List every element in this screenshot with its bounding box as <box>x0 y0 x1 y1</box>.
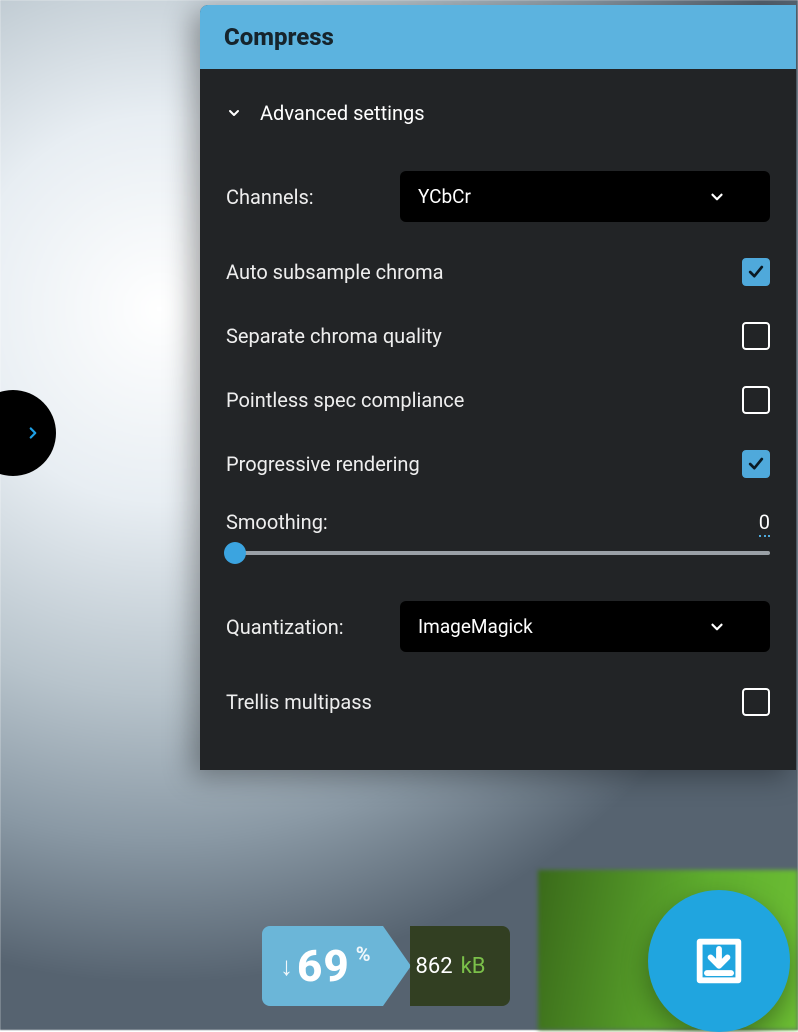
separate-chroma-row: Separate chroma quality <box>226 304 770 368</box>
auto-subsample-label: Auto subsample chroma <box>226 260 444 284</box>
channels-select[interactable]: YCbCr <box>400 171 770 222</box>
result-footer: ↓ 69 % 862 kB <box>262 926 510 1006</box>
filesize-value: 862 <box>416 954 453 979</box>
check-icon <box>746 262 766 282</box>
smoothing-slider[interactable] <box>226 551 770 555</box>
auto-subsample-row: Auto subsample chroma <box>226 240 770 304</box>
chevron-down-icon <box>226 105 242 121</box>
smoothing-slider-thumb[interactable] <box>224 542 246 564</box>
compress-panel: Compress Advanced settings Channels: YCb… <box>200 5 796 770</box>
quantization-select[interactable]: ImageMagick <box>400 601 770 652</box>
advanced-settings-toggle[interactable]: Advanced settings <box>226 85 770 153</box>
check-icon <box>746 454 766 474</box>
trellis-checkbox[interactable] <box>742 688 770 716</box>
progressive-row: Progressive rendering <box>226 432 770 496</box>
spec-compliance-row: Pointless spec compliance <box>226 368 770 432</box>
channels-row: Channels: YCbCr <box>226 153 770 240</box>
separate-chroma-checkbox[interactable] <box>742 322 770 350</box>
panel-title: Compress <box>200 5 796 69</box>
quantization-row: Quantization: ImageMagick <box>226 583 770 670</box>
progressive-label: Progressive rendering <box>226 452 420 476</box>
reduction-percent: 69 <box>297 940 350 992</box>
smoothing-label: Smoothing: <box>226 510 328 537</box>
smoothing-value[interactable]: 0 <box>759 510 770 537</box>
auto-subsample-checkbox[interactable] <box>742 258 770 286</box>
separate-chroma-label: Separate chroma quality <box>226 324 442 348</box>
chevron-down-icon <box>708 188 726 206</box>
percent-symbol: % <box>356 942 371 966</box>
advanced-settings-label: Advanced settings <box>260 101 425 125</box>
channels-label: Channels: <box>226 185 314 209</box>
chevron-right-icon <box>24 424 42 442</box>
reduction-badge: ↓ 69 % <box>262 926 383 1006</box>
quantization-value: ImageMagick <box>418 615 533 638</box>
download-icon <box>690 932 748 990</box>
trellis-label: Trellis multipass <box>226 690 372 714</box>
spec-compliance-label: Pointless spec compliance <box>226 388 464 412</box>
chevron-down-icon <box>708 618 726 636</box>
channels-value: YCbCr <box>418 185 471 208</box>
download-button[interactable] <box>648 890 790 1032</box>
progressive-checkbox[interactable] <box>742 450 770 478</box>
trellis-row: Trellis multipass <box>226 670 770 734</box>
spec-compliance-checkbox[interactable] <box>742 386 770 414</box>
smoothing-row: Smoothing: 0 <box>226 496 770 583</box>
badge-chevron <box>383 926 411 1006</box>
filesize-badge: 862 kB <box>410 926 510 1006</box>
quantization-label: Quantization: <box>226 615 344 639</box>
filesize-unit: kB <box>461 954 486 979</box>
arrow-down-icon: ↓ <box>280 951 293 982</box>
panel-body: Advanced settings Channels: YCbCr Auto s… <box>200 69 796 770</box>
